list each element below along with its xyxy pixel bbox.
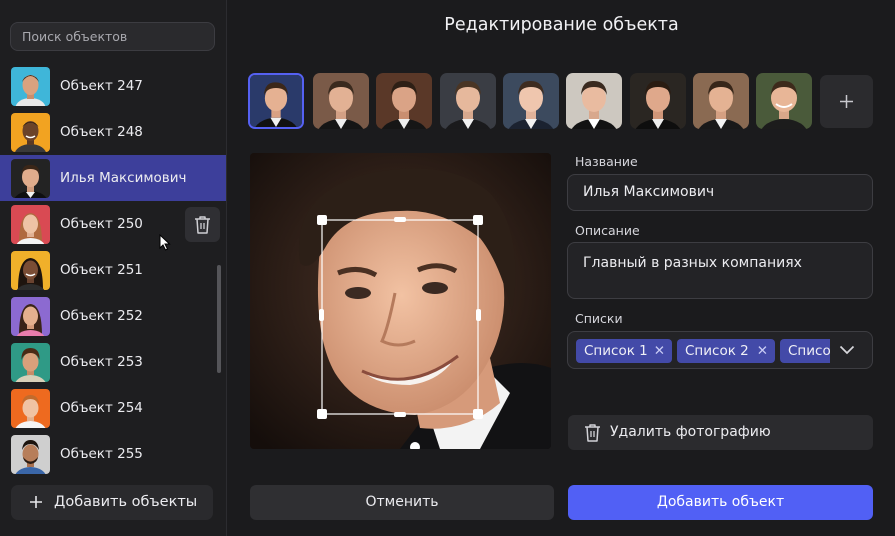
page-title: Редактирование объекта <box>444 15 679 35</box>
list-item[interactable]: Объект 248 <box>0 109 226 155</box>
search-input[interactable]: Поиск объектов <box>10 22 215 51</box>
list-item[interactable]: Объект 255 <box>0 431 226 477</box>
avatar <box>11 113 50 152</box>
photo-image <box>250 153 551 449</box>
list-item-label: Объект 255 <box>60 446 143 462</box>
delete-photo-button[interactable]: Удалить фотографию <box>568 415 873 450</box>
add-objects-button[interactable]: Добавить объекты <box>11 485 213 520</box>
avatar <box>11 67 50 106</box>
plus-icon <box>840 95 853 108</box>
list-item[interactable]: Объект 252 <box>0 293 226 339</box>
photo-thumbnail[interactable] <box>440 73 496 129</box>
list-item-label: Объект 247 <box>60 78 143 94</box>
list-item[interactable]: Объект 250 <box>0 201 226 247</box>
list-item-label: Илья Максимович <box>60 170 187 186</box>
photo-thumbnail[interactable] <box>376 73 432 129</box>
list-item-label: Объект 250 <box>60 216 143 232</box>
lists-select[interactable]: Список 1 ✕ Список 2 ✕ Список 3 <box>567 331 873 369</box>
list-item-label: Объект 251 <box>60 262 143 278</box>
object-list: Объект 247 Объект 248 Илья Максимович Об… <box>0 63 226 477</box>
photo-thumbnail[interactable] <box>566 73 622 129</box>
list-item-label: Объект 253 <box>60 354 143 370</box>
avatar <box>11 343 50 382</box>
trash-icon <box>585 424 600 442</box>
list-item-label: Объект 252 <box>60 308 143 324</box>
photo-thumbnail[interactable] <box>693 73 749 129</box>
list-item[interactable]: Объект 253 <box>0 339 226 385</box>
avatar <box>11 205 50 244</box>
list-item-label: Объект 248 <box>60 124 143 140</box>
photo-thumbnail[interactable] <box>630 73 686 129</box>
photo-thumbnail[interactable] <box>313 73 369 129</box>
close-icon[interactable]: ✕ <box>757 339 768 363</box>
list-chip-label: Список 2 <box>685 343 749 359</box>
description-label: Описание <box>575 223 640 238</box>
photo-thumbnail[interactable] <box>756 73 812 129</box>
name-label: Название <box>575 154 638 169</box>
list-chip: Список 3 <box>780 339 830 363</box>
add-objects-label: Добавить объекты <box>54 494 198 510</box>
avatar <box>11 159 50 198</box>
avatar <box>11 251 50 290</box>
cursor-icon <box>159 234 171 251</box>
delete-photo-label: Удалить фотографию <box>610 424 771 440</box>
list-item[interactable]: Объект 254 <box>0 385 226 431</box>
avatar <box>11 389 50 428</box>
lists-label: Списки <box>575 311 623 326</box>
photo-crop-editor[interactable] <box>250 153 551 449</box>
list-scrollbar[interactable] <box>217 265 221 373</box>
list-chip: Список 1 ✕ <box>576 339 672 363</box>
photo-thumbnail[interactable] <box>503 73 559 129</box>
list-item[interactable]: Объект 251 <box>0 247 226 293</box>
plus-icon <box>30 496 42 508</box>
list-chip: Список 2 ✕ <box>677 339 775 363</box>
list-item-selected[interactable]: Илья Максимович <box>0 155 226 201</box>
sidebar: Поиск объектов Объект 247 Объект 248 Иль… <box>0 0 227 536</box>
description-field[interactable]: Главный в разных компаниях <box>567 242 873 299</box>
close-icon[interactable]: ✕ <box>654 339 665 363</box>
chevron-down-icon[interactable] <box>839 345 855 355</box>
trash-icon <box>195 216 210 234</box>
avatar <box>11 297 50 336</box>
add-object-button[interactable]: Добавить объект <box>568 485 873 520</box>
delete-object-button[interactable] <box>185 207 220 242</box>
avatar <box>11 435 50 474</box>
list-item[interactable]: Объект 247 <box>0 63 226 109</box>
list-item-label: Объект 254 <box>60 400 143 416</box>
cancel-button[interactable]: Отменить <box>250 485 554 520</box>
photo-thumbnail-selected[interactable] <box>248 73 304 129</box>
add-photo-button[interactable] <box>820 75 873 128</box>
name-field[interactable]: Илья Максимович <box>567 174 873 211</box>
list-chip-label: Список 1 <box>584 343 648 359</box>
list-chip-label: Список 3 <box>788 343 830 359</box>
